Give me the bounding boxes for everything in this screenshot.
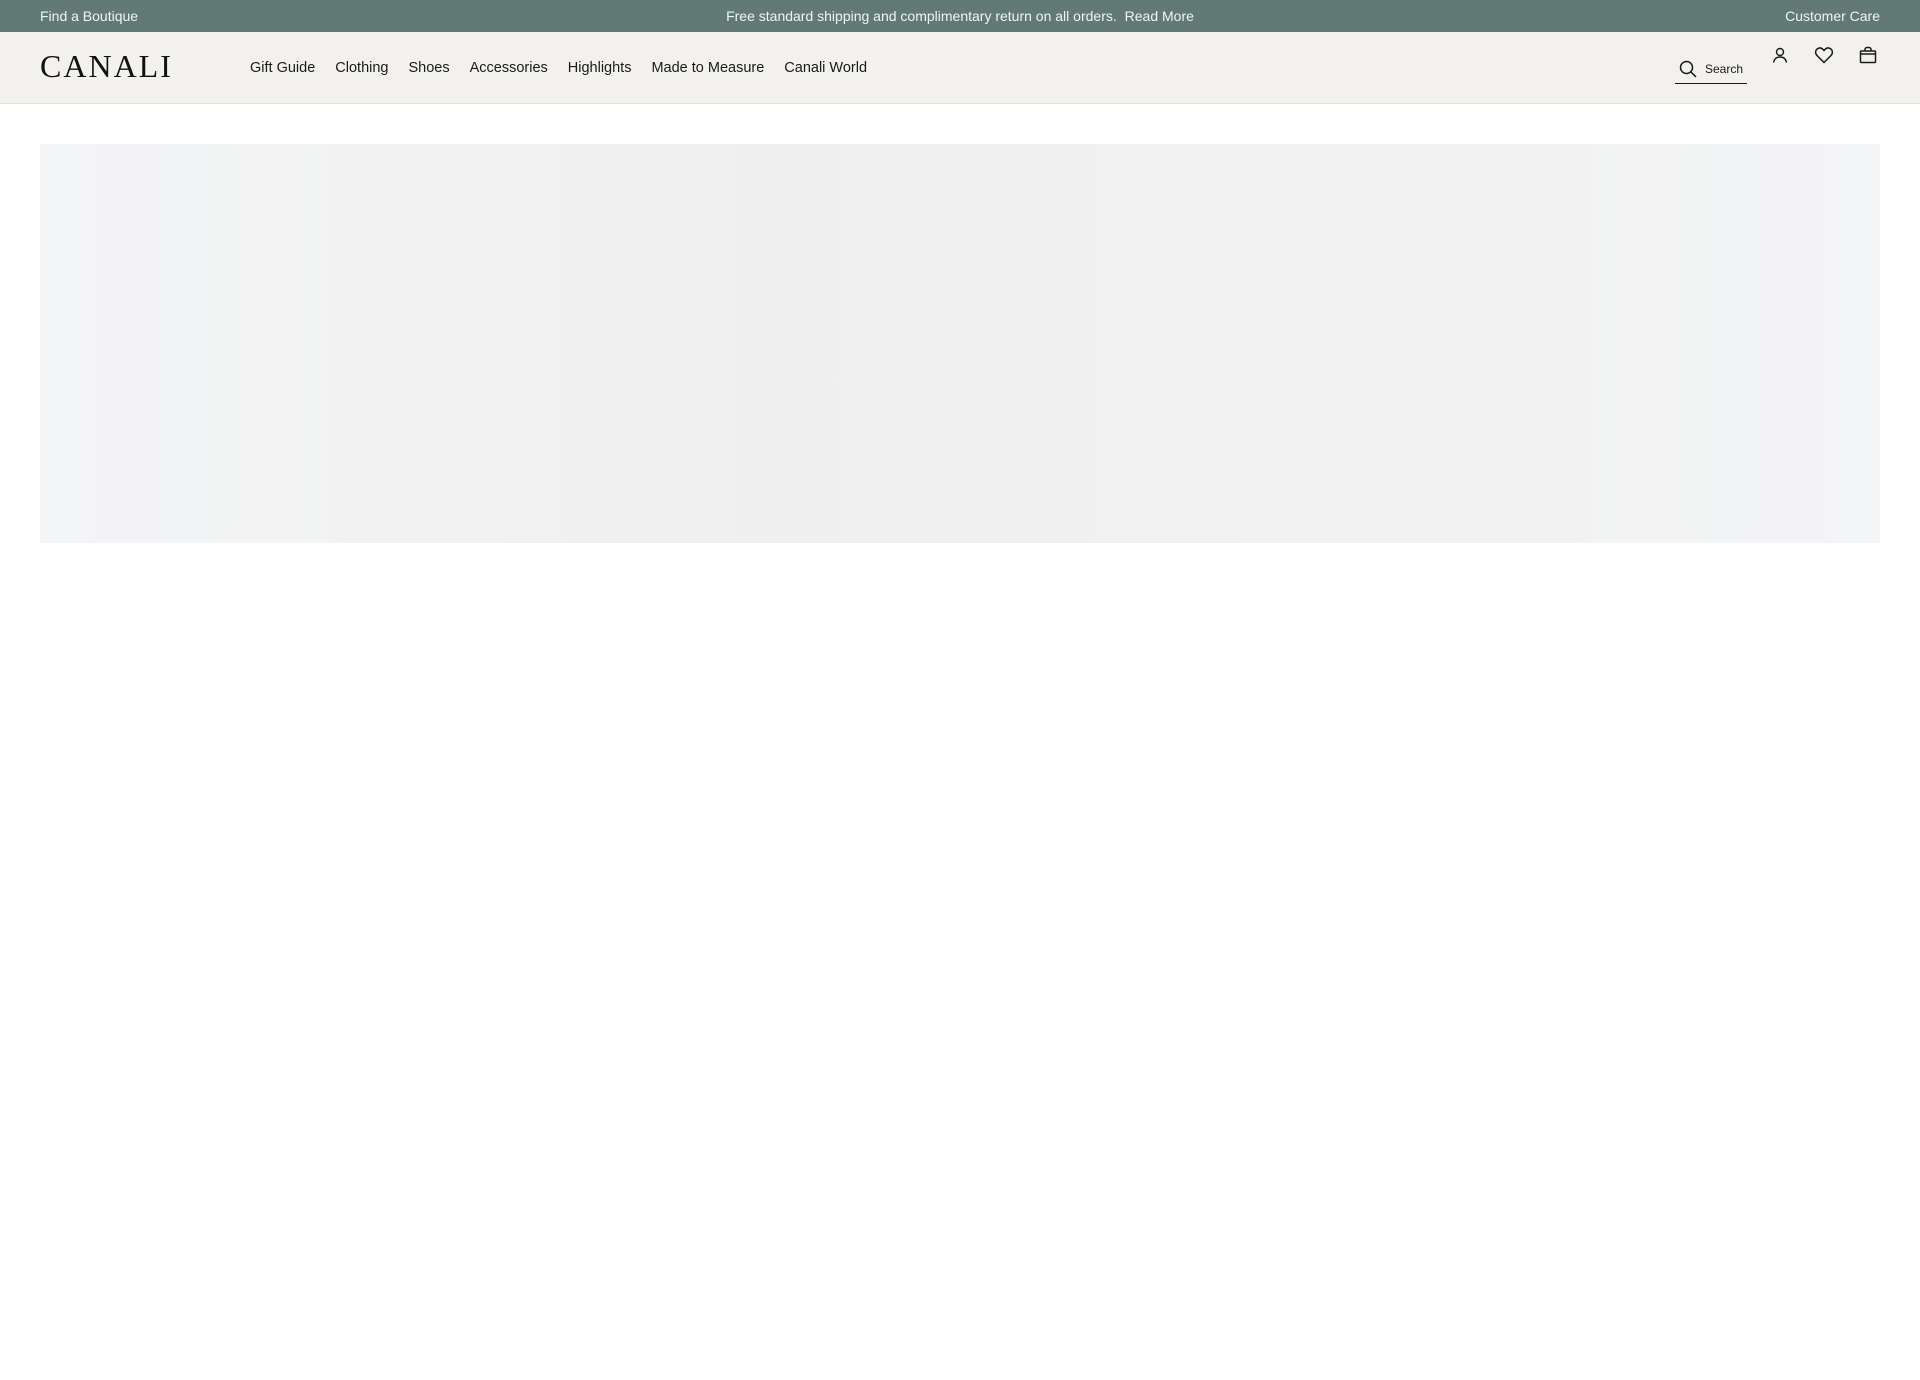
promo-message: Free standard shipping and complimentary…: [0, 0, 1920, 32]
main-navigation: Gift Guide Clothing Shoes Accessories Hi…: [250, 32, 887, 104]
canali-logo[interactable]: CANALI: [40, 46, 173, 86]
read-more-link[interactable]: Read More: [1125, 8, 1194, 24]
site-header: CANALI Gift Guide Clothing Shoes Accesso…: [0, 32, 1920, 104]
nav-accessories[interactable]: Accessories: [470, 60, 548, 76]
nav-clothing[interactable]: Clothing: [335, 60, 388, 76]
search-icon: [1677, 58, 1699, 80]
search-label: Search: [1705, 61, 1744, 76]
customer-care-link[interactable]: Customer Care: [1785, 0, 1880, 32]
wishlist-button[interactable]: [1812, 43, 1836, 67]
nav-made-to-measure[interactable]: Made to Measure: [651, 60, 764, 76]
hero-image-placeholder: [40, 144, 1880, 543]
account-button[interactable]: [1768, 43, 1792, 67]
heart-icon: [1814, 47, 1834, 64]
nav-canali-world[interactable]: Canali World: [784, 60, 867, 76]
user-icon: [1772, 47, 1788, 63]
nav-gift-guide[interactable]: Gift Guide: [250, 60, 315, 76]
nav-highlights[interactable]: Highlights: [568, 60, 632, 76]
promo-text: Free standard shipping and complimentary…: [726, 8, 1117, 24]
search-field[interactable]: Search: [1675, 54, 1747, 84]
announcement-bar: Find a Boutique Free standard shipping a…: [0, 0, 1920, 32]
shopping-bag-icon: [1859, 46, 1877, 64]
nav-shoes[interactable]: Shoes: [408, 60, 449, 76]
shopping-bag-button[interactable]: [1856, 43, 1880, 67]
